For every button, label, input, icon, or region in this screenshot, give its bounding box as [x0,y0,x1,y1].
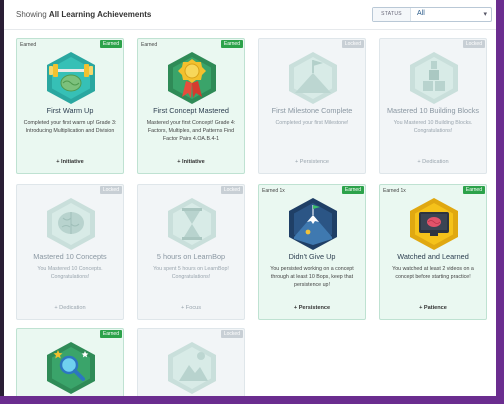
ribbon-medal-icon [168,52,216,104]
card-title: First Milestone Complete [271,106,353,115]
card-description: You Mastered 10 Building Blocks. Congrat… [393,120,473,135]
achievement-card-first-milestone-complete[interactable]: Locked First Milestone Complete Complete… [258,38,366,174]
achievement-card-watched-and-learned[interactable]: Earned 1x Earned Watched and Learned You… [379,184,487,320]
card-trait-tag: + Dedication [417,159,449,165]
window-frame-bottom [0,396,504,404]
card-trait-tag: + Patience [419,305,447,311]
building-blocks-icon [410,52,458,104]
achievements-window: Showing All Learning Achievements STATUS… [4,0,496,396]
card-trait-tag: + Initiative [177,159,205,165]
card-status-badge: Earned [341,186,364,194]
locked-medal-icon [168,342,216,394]
card-trait-tag: + Focus [180,305,202,311]
achievement-card-mastered-10-building-blocks[interactable]: Locked Mastered 10 Building Blocks You M… [379,38,487,174]
card-status-badge: Earned [99,40,122,48]
hourglass-icon [168,198,216,250]
card-title: First Warm Up [46,106,94,115]
video-brain-icon [410,198,458,250]
card-status-text: Earned [141,42,158,48]
mountain-climber-icon [289,198,337,250]
achievement-card-locked-partial[interactable]: Locked [137,328,245,396]
brain-icon [47,198,95,250]
card-trait-tag: + Persistence [294,159,330,165]
card-trait-tag: + Persistence [293,305,331,311]
card-description: You spent 5 hours on LearnBop! Congratul… [153,266,229,281]
achievement-card-first-concept-mastered[interactable]: Earned Earned First Concept Mastered Mas… [137,38,245,174]
card-status-badge: Earned [99,330,122,338]
achievement-card-5-hours-on-learnbop[interactable]: Locked 5 hours on LearnBop You spent 5 h… [137,184,245,320]
window-frame-right [496,0,504,404]
card-status-badge: Locked [462,40,485,48]
achievement-card-didnt-give-up[interactable]: Earned 1x Earned Didn't Give Up You pers… [258,184,366,320]
card-description: Completed your first warm up! Grade 3: I… [23,120,117,135]
card-status-badge: Earned [462,186,485,194]
card-description: Mastered your first Concept! Grade 4: Fa… [146,120,236,143]
achievement-card-mastered-10-concepts[interactable]: Locked Mastered 10 Concepts You Mastered… [16,184,124,320]
card-status-badge: Locked [220,186,243,194]
card-status-text: Earned [20,42,37,48]
magnifier-stars-icon [47,342,95,394]
card-title: Didn't Give Up [288,252,336,261]
card-description: You persisted working on a concept throu… [270,266,354,289]
card-status-badge: Locked [220,330,243,338]
card-status-badge: Locked [99,186,122,194]
card-description: You watched at least 2 videos on a conce… [392,266,474,281]
card-title: 5 hours on LearnBop [156,252,226,261]
achievement-card-first-warm-up[interactable]: Earned Earned First Warm Up Completed yo… [16,38,124,174]
achievements-grid: Earned Earned First Warm Up Completed yo… [4,0,496,396]
flag-mountain-icon [289,52,337,104]
card-title: Watched and Learned [397,252,469,261]
barbell-brain-icon [47,52,95,104]
card-trait-tag: + Dedication [54,305,86,311]
card-description: You Mastered 10 Concepts. Congratulation… [37,266,103,281]
card-title: First Concept Mastered [153,106,229,115]
card-description: Completed your first Milestone! [275,120,349,126]
card-title: Mastered 10 Concepts [33,252,107,261]
card-status-badge: Locked [341,40,364,48]
achievement-card-magnifier[interactable]: Earned [16,328,124,396]
card-status-text: Earned 1x [383,188,406,194]
card-title: Mastered 10 Building Blocks [386,106,480,115]
card-status-badge: Earned [220,40,243,48]
card-trait-tag: + Initiative [56,159,84,165]
card-status-text: Earned 1x [262,188,285,194]
